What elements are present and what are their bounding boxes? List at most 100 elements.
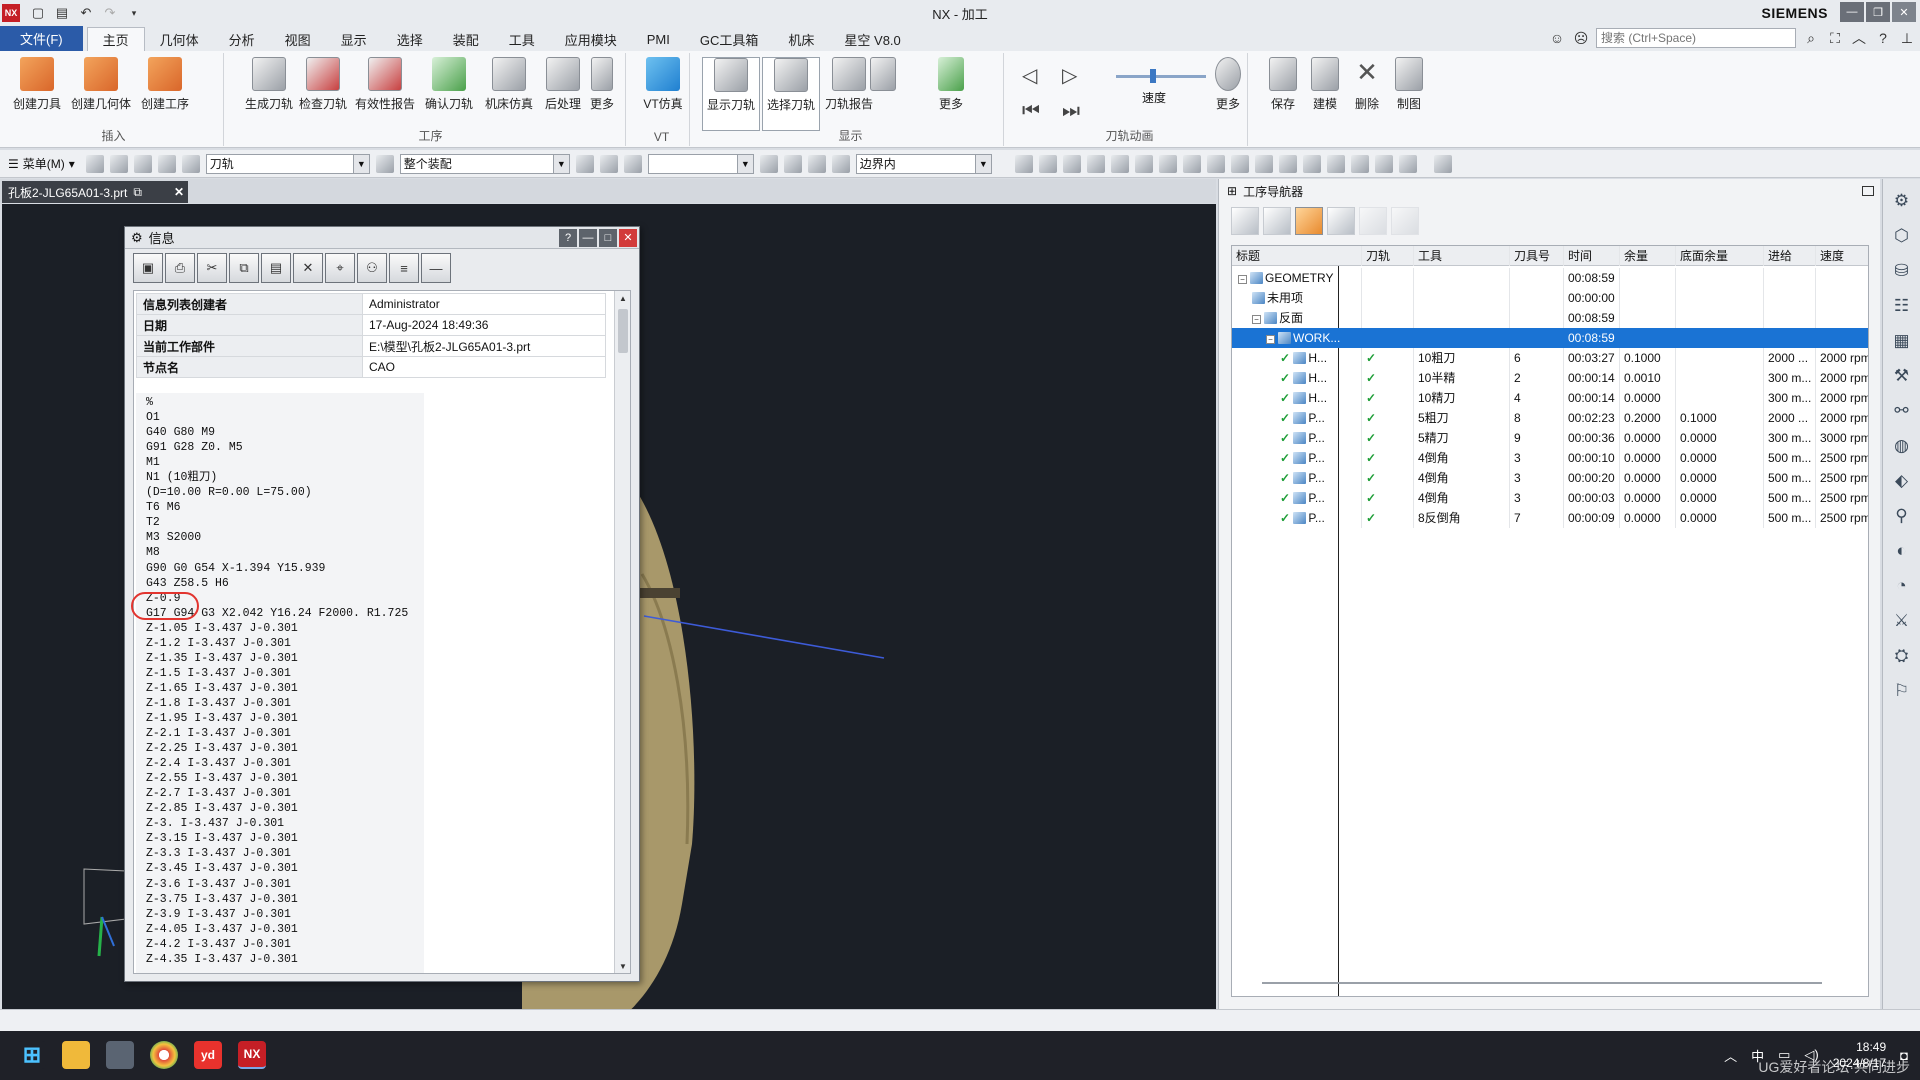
type-filter-combo[interactable]: 刀轨 ▼ xyxy=(205,153,370,174)
display-options-button[interactable] xyxy=(866,57,900,91)
table-row[interactable]: ✓ P... ✓ 5粗刀 8 00:02:23 0.2000 0.1000 2000 ... 2… xyxy=(1232,408,1868,428)
browser-icon[interactable] xyxy=(150,1041,178,1069)
undo-icon[interactable]: ↶ xyxy=(78,5,94,21)
save-icon[interactable]: ▣ xyxy=(133,253,163,283)
fit-icon[interactable] xyxy=(1014,154,1033,173)
detach-icon[interactable]: ⧉ xyxy=(133,185,142,200)
tab-applications[interactable]: 应用模块 xyxy=(550,27,632,51)
pin-icon[interactable]: ⊥ xyxy=(1898,29,1916,47)
close-button[interactable]: ✕ xyxy=(619,228,637,247)
shaded-icon[interactable] xyxy=(1182,154,1201,173)
show-hide-icon[interactable] xyxy=(1374,154,1393,173)
role-icon[interactable]: ⚲ xyxy=(1889,503,1915,529)
edit-work-section-icon[interactable] xyxy=(1302,154,1321,173)
open-file-icon[interactable]: ▤ xyxy=(54,5,70,21)
table-row[interactable]: ✓ H... ✓ 10粗刀 6 00:03:27 0.1000 2000 ... 2000 r… xyxy=(1232,348,1868,368)
nc-program-text[interactable]: % O1 G40 G80 M9 G91 G28 Z0. M5 M1 N1 (10… xyxy=(136,393,424,973)
column-header[interactable]: 余量 xyxy=(1620,246,1676,266)
view-orient-icon[interactable] xyxy=(1134,154,1153,173)
column-header[interactable]: 标题 xyxy=(1232,246,1362,266)
to-end-icon[interactable]: ⏭ xyxy=(1062,100,1102,123)
operation-navigator-icon[interactable]: ☷ xyxy=(1889,293,1915,319)
mcs-icon[interactable] xyxy=(1350,154,1369,173)
frown-icon[interactable]: ☹ xyxy=(1572,29,1590,47)
help-button[interactable]: ? xyxy=(559,228,577,247)
snap-center-icon[interactable] xyxy=(807,154,826,173)
command-search-input[interactable] xyxy=(1596,28,1796,48)
step-back-icon[interactable]: ◁ xyxy=(1022,63,1062,88)
table-row[interactable]: ✓ P... ✓ 4倒角 3 00:00:10 0.0000 0.0000 500 m... 2… xyxy=(1232,448,1868,468)
info-scrollbar[interactable]: ▲ ▼ xyxy=(614,291,630,973)
tab-analysis[interactable]: 分析 xyxy=(214,27,270,51)
close-tab-icon[interactable]: ✕ xyxy=(174,185,184,199)
snap-icon[interactable] xyxy=(133,154,152,173)
maximize-button[interactable]: □ xyxy=(599,228,617,247)
percent-icon[interactable] xyxy=(1398,154,1417,173)
tab-home[interactable]: 主页 xyxy=(86,27,145,51)
drafting-button[interactable]: 制图 xyxy=(1388,57,1430,112)
copy-icon[interactable]: ⧉ xyxy=(229,253,259,283)
machine-tool-view-icon[interactable] xyxy=(1263,207,1291,235)
filter-icon[interactable] xyxy=(375,154,394,173)
speed-slider-thumb[interactable] xyxy=(1150,69,1156,83)
info-dialog-titlebar[interactable]: ⚙ 信息 ? — □ ✕ xyxy=(125,227,639,249)
select-icon[interactable] xyxy=(85,154,104,173)
tree-expander-icon[interactable]: − xyxy=(1266,335,1275,344)
wireframe-icon[interactable] xyxy=(1206,154,1225,173)
tab-pmi[interactable]: PMI xyxy=(632,27,685,51)
to-start-icon[interactable]: ⏮ xyxy=(1022,100,1062,123)
collapse-ribbon-icon[interactable]: ︿ xyxy=(1850,29,1868,47)
tab-xingkong[interactable]: 星空 V8.0 xyxy=(829,27,915,51)
column-header[interactable]: 进给 xyxy=(1764,246,1816,266)
section-icon[interactable] xyxy=(1254,154,1273,173)
tab-display[interactable]: 显示 xyxy=(326,27,382,51)
hidden-line-icon[interactable] xyxy=(1230,154,1249,173)
pencil-icon[interactable] xyxy=(1433,154,1452,173)
redo-icon[interactable]: ↷ xyxy=(102,5,118,21)
table-row[interactable]: − 反面 00:08:59 xyxy=(1232,308,1868,328)
zoom-icon[interactable] xyxy=(1038,154,1057,173)
table-row[interactable]: ✓ P... ✓ 5精刀 9 00:00:36 0.0000 0.0000 300 m... 3… xyxy=(1232,428,1868,448)
pan-icon[interactable] xyxy=(1062,154,1081,173)
color-icon[interactable] xyxy=(1326,154,1345,173)
create-geometry-button[interactable]: 创建几何体 xyxy=(71,57,131,112)
minimize-button[interactable]: — xyxy=(1840,2,1864,22)
tab-gc-toolkit[interactable]: GC工具箱 xyxy=(685,27,774,51)
calculator-icon[interactable] xyxy=(106,1041,134,1069)
find-icon[interactable]: ⌖ xyxy=(325,253,355,283)
tab-file[interactable]: 文件(F) xyxy=(0,26,83,51)
print-icon[interactable]: ⎙ xyxy=(165,253,195,283)
verify-toolpath-button[interactable]: 检查刀轨 xyxy=(294,57,352,112)
play-icon[interactable]: ▷ xyxy=(1062,63,1102,88)
snap-mid-icon[interactable] xyxy=(783,154,802,173)
feature-icon[interactable] xyxy=(623,154,642,173)
search-icon[interactable]: ⌕ xyxy=(1802,29,1820,47)
delete-icon[interactable]: ✕ xyxy=(293,253,323,283)
reuse-library-icon[interactable]: ▦ xyxy=(1889,328,1915,354)
process-studio-icon[interactable]: ⛭ xyxy=(1889,643,1915,669)
document-tab[interactable]: 孔板2-JLG65A01-3.prt ⧉ ✕ xyxy=(2,181,188,203)
tab-tools[interactable]: 工具 xyxy=(494,27,550,51)
horizontal-scrollbar[interactable] xyxy=(1262,982,1822,984)
operation-table[interactable]: 标题 刀轨 工具 刀具号 时间 余量 底面余量 进给 速度 − GEOMETRY 00:08:59 未用… xyxy=(1231,245,1869,997)
speed-slider[interactable] xyxy=(1116,69,1206,83)
youdao-icon[interactable]: yd xyxy=(194,1041,222,1069)
column-header[interactable]: 时间 xyxy=(1564,246,1620,266)
add-icon[interactable] xyxy=(1359,207,1387,235)
tree-expander-icon[interactable]: − xyxy=(1252,315,1261,324)
confirm-toolpath-button[interactable]: 确认刀轨 xyxy=(420,57,478,112)
table-row[interactable]: ✓ P... ✓ 4倒角 3 00:00:03 0.0000 0.0000 500 m... 2… xyxy=(1232,488,1868,508)
constraint-navigator-icon[interactable]: ⚯ xyxy=(1889,398,1915,424)
select-toolpath-button[interactable]: 选择刀轨 xyxy=(762,57,820,131)
method-view-icon[interactable] xyxy=(1327,207,1355,235)
validity-report-button[interactable]: 有效性报告 xyxy=(355,57,415,112)
column-header[interactable]: 工具 xyxy=(1414,246,1510,266)
table-row[interactable]: ✓ P... ✓ 8反倒角 7 00:00:09 0.0000 0.0000 500 m...… xyxy=(1232,508,1868,528)
history-icon[interactable]: ◔ xyxy=(1889,573,1915,599)
column-header[interactable]: 刀轨 xyxy=(1362,246,1414,266)
table-row[interactable]: ✓ P... ✓ 4倒角 3 00:00:20 0.0000 0.0000 500 m... 2… xyxy=(1232,468,1868,488)
assembly-navigator-icon[interactable]: ⛁ xyxy=(1889,258,1915,284)
web-browser-icon[interactable]: ◍ xyxy=(1889,433,1915,459)
table-row[interactable]: 未用项 00:00:00 xyxy=(1232,288,1868,308)
minimize-button[interactable]: — xyxy=(579,228,597,247)
